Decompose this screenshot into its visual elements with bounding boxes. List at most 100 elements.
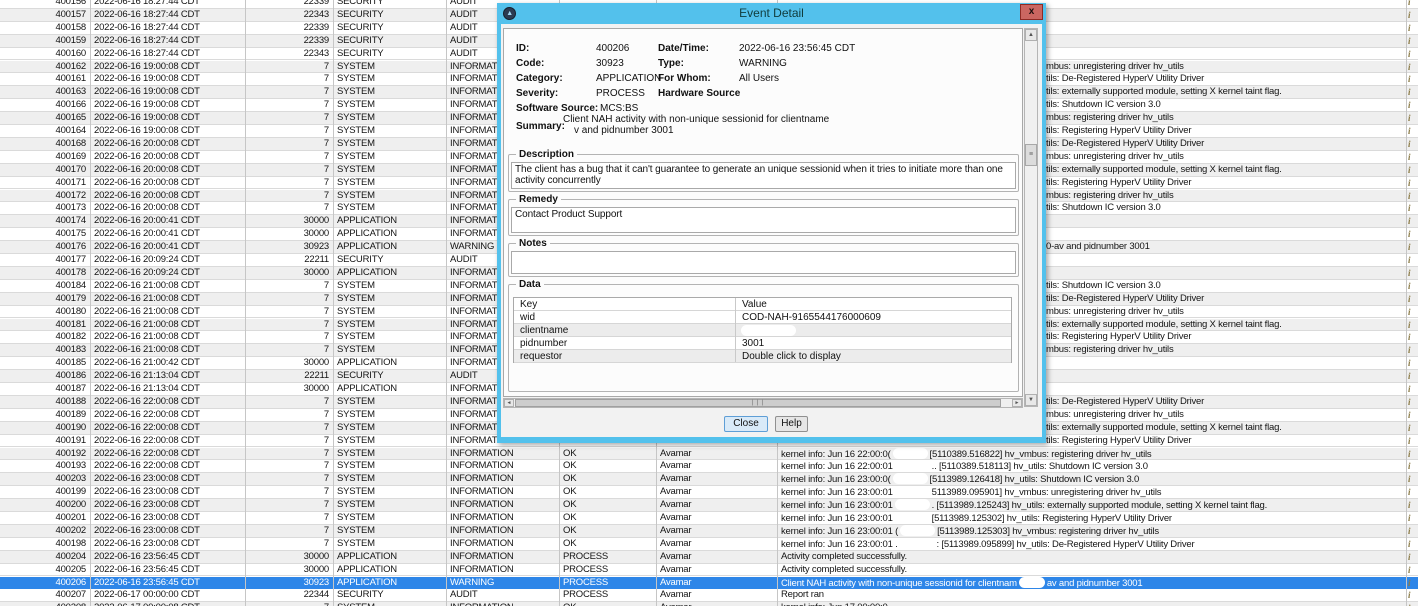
event-summary-cell: kernel info: Jun 16 23:00:015113989.0959… [781,486,1404,499]
scroll-right-icon[interactable]: ► [1012,399,1022,407]
event-row-400203[interactable]: 4002032022-06-16 23:00:08 CDT7SYSTEMINFO… [0,473,1418,486]
description-text[interactable]: The client has a bug that it can't guara… [511,162,1016,189]
event-category-cell: SECURITY [337,9,443,22]
event-category-cell: APPLICATION [337,357,443,370]
row-edge-glyph: i [1408,280,1418,293]
event-datetime-cell: 2022-06-16 21:13:04 CDT [94,383,244,396]
event-row-400202[interactable]: 4002022022-06-16 23:00:08 CDT7SYSTEMINFO… [0,525,1418,538]
summary-fragment: tils: Shutdown IC version 3.0 [1046,202,1161,215]
event-category-cell: SYSTEM [337,409,443,422]
event-category-cell: SYSTEM [337,61,443,74]
summary-fragment: mbus: registering driver hv_utils [1046,112,1174,125]
event-row-400192[interactable]: 4001922022-06-16 22:00:08 CDT7SYSTEMINFO… [0,448,1418,461]
redaction-blob [741,325,796,336]
dialog-titlebar[interactable]: Event Detail x [497,3,1046,24]
event-id-cell: 400172 [0,190,86,203]
event-category-cell: SYSTEM [337,538,443,551]
scroll-up-icon[interactable]: ▲ [1025,29,1037,41]
dialog-body: ID: 400206 Date/Time: 2022-06-16 23:56:4… [501,24,1042,437]
event-summary-cell: kernel info: Jun 16 23:00:01 .: [5113989… [781,538,1404,551]
event-code-cell: 30000 [248,267,329,280]
event-code-cell: 7 [248,293,329,306]
event-datetime-cell: 2022-06-16 18:27:44 CDT [94,48,244,61]
event-status-cell: PROCESS [563,551,655,564]
summary-fragment: tils: Shutdown IC version 3.0 [1046,99,1161,112]
scroll-down-icon[interactable]: ▼ [1025,394,1037,406]
data-table-row-pidnumber[interactable]: pidnumber3001 [514,337,1011,350]
event-row-400198[interactable]: 4001982022-06-16 23:00:08 CDT7SYSTEMINFO… [0,538,1418,551]
event-row-400206[interactable]: 4002062022-06-16 23:56:45 CDT30923APPLIC… [0,577,1418,590]
event-category-cell: SYSTEM [337,293,443,306]
dialog-horizontal-scrollbar[interactable]: ◄ | | | ► [503,398,1023,408]
event-datetime-cell: 2022-06-16 23:00:08 CDT [94,486,244,499]
event-id-cell: 400168 [0,138,86,151]
summary-fragment: mbus: unregistering driver hv_utils [1046,306,1184,319]
event-source-cell: Avamar [660,589,774,602]
event-code-cell: 22343 [248,9,329,22]
event-datetime-cell: 2022-06-16 21:13:04 CDT [94,370,244,383]
hardware-source-label: Hardware Source [658,88,740,99]
row-edge-glyph: i [1408,35,1418,48]
notes-text[interactable] [511,251,1016,274]
event-datetime-cell: 2022-06-16 22:00:08 CDT [94,422,244,435]
event-category-cell: SYSTEM [337,86,443,99]
row-edge-glyph: i [1408,215,1418,228]
row-edge-glyph: i [1408,267,1418,280]
event-code-cell: 22211 [248,254,329,267]
data-table-row-clientname[interactable]: clientname [514,324,1011,337]
close-button[interactable]: Close [724,416,768,432]
horizontal-scroll-thumb[interactable]: | | | [515,399,1001,407]
event-id-cell: 400205 [0,564,86,577]
event-code-cell: 7 [248,86,329,99]
event-row-400204[interactable]: 4002042022-06-16 23:56:45 CDT30000APPLIC… [0,551,1418,564]
event-category-cell: SYSTEM [337,125,443,138]
forwhom-value: All Users [739,73,779,84]
event-row-400201[interactable]: 4002012022-06-16 23:00:08 CDT7SYSTEMINFO… [0,512,1418,525]
event-datetime-cell: 2022-06-16 18:27:44 CDT [94,22,244,35]
event-code-cell: 7 [248,448,329,461]
event-id-cell: 400181 [0,319,86,332]
event-datetime-cell: 2022-06-16 21:00:08 CDT [94,331,244,344]
vertical-scroll-thumb[interactable]: ≡ [1025,144,1037,166]
data-table-column-divider [735,298,736,362]
data-table-row-wid[interactable]: widCOD-NAH-9165544176000609 [514,311,1011,324]
event-id-cell: 400202 [0,525,86,538]
event-datetime-cell: 2022-06-16 23:56:45 CDT [94,564,244,577]
dialog-vertical-scrollbar[interactable]: ▲ ≡ ▼ [1024,28,1038,407]
event-category-cell: APPLICATION [337,241,443,254]
event-datetime-cell: 2022-06-16 21:00:08 CDT [94,280,244,293]
event-row-400193[interactable]: 4001932022-06-16 22:00:08 CDT7SYSTEMINFO… [0,460,1418,473]
event-category-cell: SYSTEM [337,280,443,293]
event-category-cell: SYSTEM [337,319,443,332]
event-id-cell: 400203 [0,473,86,486]
summary-fragment: mbus: unregistering driver hv_utils [1046,61,1184,74]
data-table-row-requestor[interactable]: requestorDouble click to display [514,350,1011,363]
event-summary-cell: Activity completed successfully. [781,564,1404,577]
scroll-left-icon[interactable]: ◄ [504,399,514,407]
event-id-cell: 400191 [0,435,86,448]
event-id-cell: 400171 [0,177,86,190]
event-category-cell: APPLICATION [337,551,443,564]
remedy-text[interactable]: Contact Product Support [511,207,1016,233]
event-code-cell: 7 [248,112,329,125]
event-source-cell: Avamar [660,577,774,590]
event-code-cell: 7 [248,164,329,177]
event-row-400199[interactable]: 4001992022-06-16 23:00:08 CDT7SYSTEMINFO… [0,486,1418,499]
dialog-title: Event Detail [497,6,1046,20]
event-row-400205[interactable]: 4002052022-06-16 23:56:45 CDT30000APPLIC… [0,564,1418,577]
event-row-400208[interactable]: 4002082022-06-17 00:00:08 CDT7SYSTEMINFO… [0,602,1418,606]
summary-line1: Client NAH activity with non-unique sess… [563,114,829,125]
event-datetime-cell: 2022-06-16 23:56:45 CDT [94,551,244,564]
event-category-cell: SYSTEM [337,73,443,86]
close-icon[interactable]: x [1020,4,1043,20]
software-source-value: MCS:BS [600,103,638,114]
row-edge-glyph: i [1408,177,1418,190]
event-row-400207[interactable]: 4002072022-06-17 00:00:00 CDT22344SECURI… [0,589,1418,602]
event-source-cell: Avamar [660,525,774,538]
summary-fragment: mbus: unregistering driver hv_utils [1046,409,1184,422]
summary-fragment: tils: externally supported module, setti… [1046,86,1282,99]
event-row-400200[interactable]: 4002002022-06-16 23:00:08 CDT7SYSTEMINFO… [0,499,1418,512]
event-code-cell: 22343 [248,48,329,61]
help-button[interactable]: Help [775,416,808,432]
event-datetime-cell: 2022-06-16 20:00:41 CDT [94,215,244,228]
